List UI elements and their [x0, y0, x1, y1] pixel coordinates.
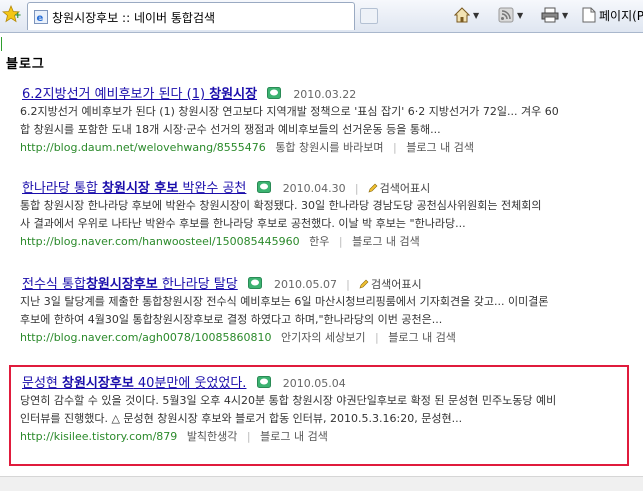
- speech-bubble-icon[interactable]: [256, 376, 271, 388]
- print-button[interactable]: ▼: [541, 6, 568, 24]
- result-date: 2010.05.04: [282, 377, 346, 390]
- new-tab-button[interactable]: [360, 8, 378, 24]
- rss-feed-icon: [498, 7, 514, 23]
- result-snippet-line: 후보에 한하여 4월30일 통합창원시장후보로 결정 하였다고 하며,"한나라당…: [20, 313, 443, 326]
- in-blog-search-link[interactable]: 블로그 내 검색: [406, 141, 474, 154]
- section-title: 블로그: [6, 57, 45, 72]
- show-keyword-link[interactable]: 검색어표시: [371, 278, 422, 291]
- title-text: 문성현: [22, 376, 63, 391]
- title-text: 한나라당 통합: [22, 181, 103, 196]
- home-icon: [454, 7, 470, 23]
- chevron-down-icon[interactable]: ▼: [517, 11, 523, 20]
- title-keyword: 창원시장: [209, 87, 258, 102]
- blog-result-highlighted: 문성현 창원시장후보 40분만에 웃었었다. 2010.05.04 당연히 감수…: [20, 372, 643, 446]
- speech-bubble-icon[interactable]: [247, 277, 262, 289]
- pencil-icon: [368, 183, 378, 193]
- blog-name-link[interactable]: 통합 창원시를 바라보며: [275, 141, 383, 154]
- divider: |: [375, 331, 379, 344]
- blog-name-link[interactable]: 발칙한생각: [187, 430, 238, 443]
- chevron-down-icon[interactable]: ▼: [562, 11, 568, 20]
- blog-result: 한나라당 통합 창원시장 후보 박완수 공천 2010.04.30 | 검색어표…: [20, 177, 643, 251]
- result-url-link[interactable]: http://blog.naver.com/hanwoosteel/150085…: [20, 235, 300, 248]
- divider: |: [346, 278, 350, 291]
- ie-page-icon: e: [34, 10, 48, 24]
- text-cursor: [1, 37, 2, 51]
- blog-result: 6.2지방선거 예비후보가 된다 (1) 창원시장 2010.03.22 6.2…: [20, 83, 643, 157]
- blog-name-link[interactable]: 안기자의 세상보기: [281, 331, 365, 344]
- title-keyword: 창원시장후보: [62, 376, 134, 391]
- blog-result: 전수식 통합창원시장후보 한나라당 탈당 2010.05.07 | 검색어표시 …: [20, 273, 643, 347]
- in-blog-search-link[interactable]: 블로그 내 검색: [388, 331, 456, 344]
- result-meta: http://blog.naver.com/agh0078/1008586081…: [20, 329, 643, 347]
- result-header: 전수식 통합창원시장후보 한나라당 탈당 2010.05.07 | 검색어표시: [22, 273, 643, 293]
- result-title-link[interactable]: 한나라당 통합 창원시장 후보 박완수 공천: [22, 181, 246, 196]
- result-header: 6.2지방선거 예비후보가 된다 (1) 창원시장 2010.03.22: [22, 83, 643, 103]
- browser-toolbar: + e 창원시장후보 :: 네이버 통합검색 ▼ ▼ ▼ 페이지(P: [0, 0, 643, 33]
- result-url-link[interactable]: http://blog.naver.com/agh0078/1008586081…: [20, 331, 272, 344]
- title-text: 전수식 통합: [22, 277, 86, 292]
- page-menu-button[interactable]: 페이지(P): [582, 6, 643, 24]
- add-favorite-icon: +: [14, 11, 22, 21]
- result-snippet-line: 합 창원시를 포함한 도내 18개 시장·군수 선거의 쟁점과 예비후보들의 선…: [20, 123, 441, 136]
- in-blog-search-link[interactable]: 블로그 내 검색: [352, 235, 420, 248]
- result-title-link[interactable]: 전수식 통합창원시장후보 한나라당 탈당: [22, 277, 238, 292]
- title-text: 한나라당 탈당: [157, 277, 238, 292]
- title-text: 박완수 공천: [178, 181, 247, 196]
- divider: |: [354, 182, 359, 195]
- result-url-link[interactable]: http://blog.daum.net/welovehwang/8555476: [20, 141, 266, 154]
- result-title-link[interactable]: 6.2지방선거 예비후보가 된다 (1) 창원시장: [22, 87, 257, 102]
- blog-name-link[interactable]: 한우: [309, 235, 329, 248]
- divider: |: [338, 235, 343, 248]
- result-date: 2010.04.30: [282, 182, 346, 195]
- page-menu-label: 페이지(P): [599, 8, 643, 23]
- feeds-button[interactable]: ▼: [498, 6, 523, 24]
- home-button[interactable]: ▼: [454, 6, 479, 24]
- title-text: 6.2지방선거 예비후보가 된다 (1): [22, 87, 210, 102]
- result-header: 문성현 창원시장후보 40분만에 웃었었다. 2010.05.04: [22, 372, 643, 392]
- svg-text:e: e: [37, 13, 44, 24]
- speech-bubble-icon[interactable]: [256, 181, 271, 193]
- result-meta: http://blog.naver.com/hanwoosteel/150085…: [20, 233, 643, 251]
- result-meta: http://blog.daum.net/welovehwang/8555476…: [20, 139, 643, 157]
- result-date: 2010.03.22: [293, 88, 357, 101]
- title-text: 40분만에 웃었었다.: [133, 376, 247, 391]
- in-blog-search-link[interactable]: 블로그 내 검색: [260, 430, 328, 443]
- result-meta: http://kisilee.tistory.com/879 발칙한생각 | 블…: [20, 428, 643, 446]
- tab-title: 창원시장후보 :: 네이버 통합검색: [52, 11, 216, 25]
- title-keyword: 창원시장 후보: [102, 181, 179, 196]
- divider: |: [246, 430, 251, 443]
- result-snippet-line: 6.2지방선거 예비후보가 된다 (1) 창원시장 연고보다 지역개발 정책으로…: [20, 105, 559, 118]
- printer-icon: [541, 7, 559, 23]
- divider: |: [393, 141, 397, 154]
- result-snippet-line: 인터뷰를 진행했다. △ 문성현 창원시장 후보와 블로거 합동 인터뷰, 20…: [20, 412, 463, 425]
- result-snippet-line: 지난 3일 탈당계를 제출한 통합창원시장 전수식 예비후보는 6일 마산시청브…: [20, 295, 549, 308]
- horizontal-scrollbar[interactable]: [0, 476, 643, 491]
- result-url-link[interactable]: http://kisilee.tistory.com/879: [20, 430, 177, 443]
- result-title-link[interactable]: 문성현 창원시장후보 40분만에 웃었었다.: [22, 376, 246, 391]
- chevron-down-icon[interactable]: ▼: [473, 11, 479, 20]
- pencil-icon: [359, 279, 369, 289]
- browser-tab-active[interactable]: e 창원시장후보 :: 네이버 통합검색: [27, 2, 355, 30]
- result-snippet-line: 통합 창원시장 한나라당 후보에 박완수 창원시장이 확정됐다. 30일 한나라…: [20, 199, 542, 212]
- result-snippet-line: 당연히 감수할 수 있을 것이다. 5월3일 오후 4시20분 통합 창원시장 …: [20, 394, 557, 407]
- title-keyword: 창원시장후보: [85, 277, 158, 292]
- speech-bubble-icon[interactable]: [267, 87, 282, 99]
- show-keyword-link[interactable]: 검색어표시: [380, 182, 431, 195]
- result-snippet-line: 사 결과에서 우위로 나타난 박완수 후보를 한나라당 후보로 공천했다. 이날…: [20, 217, 466, 230]
- result-date: 2010.05.07: [274, 278, 337, 291]
- result-header: 한나라당 통합 창원시장 후보 박완수 공천 2010.04.30 | 검색어표…: [22, 177, 643, 197]
- page-icon: [582, 7, 596, 23]
